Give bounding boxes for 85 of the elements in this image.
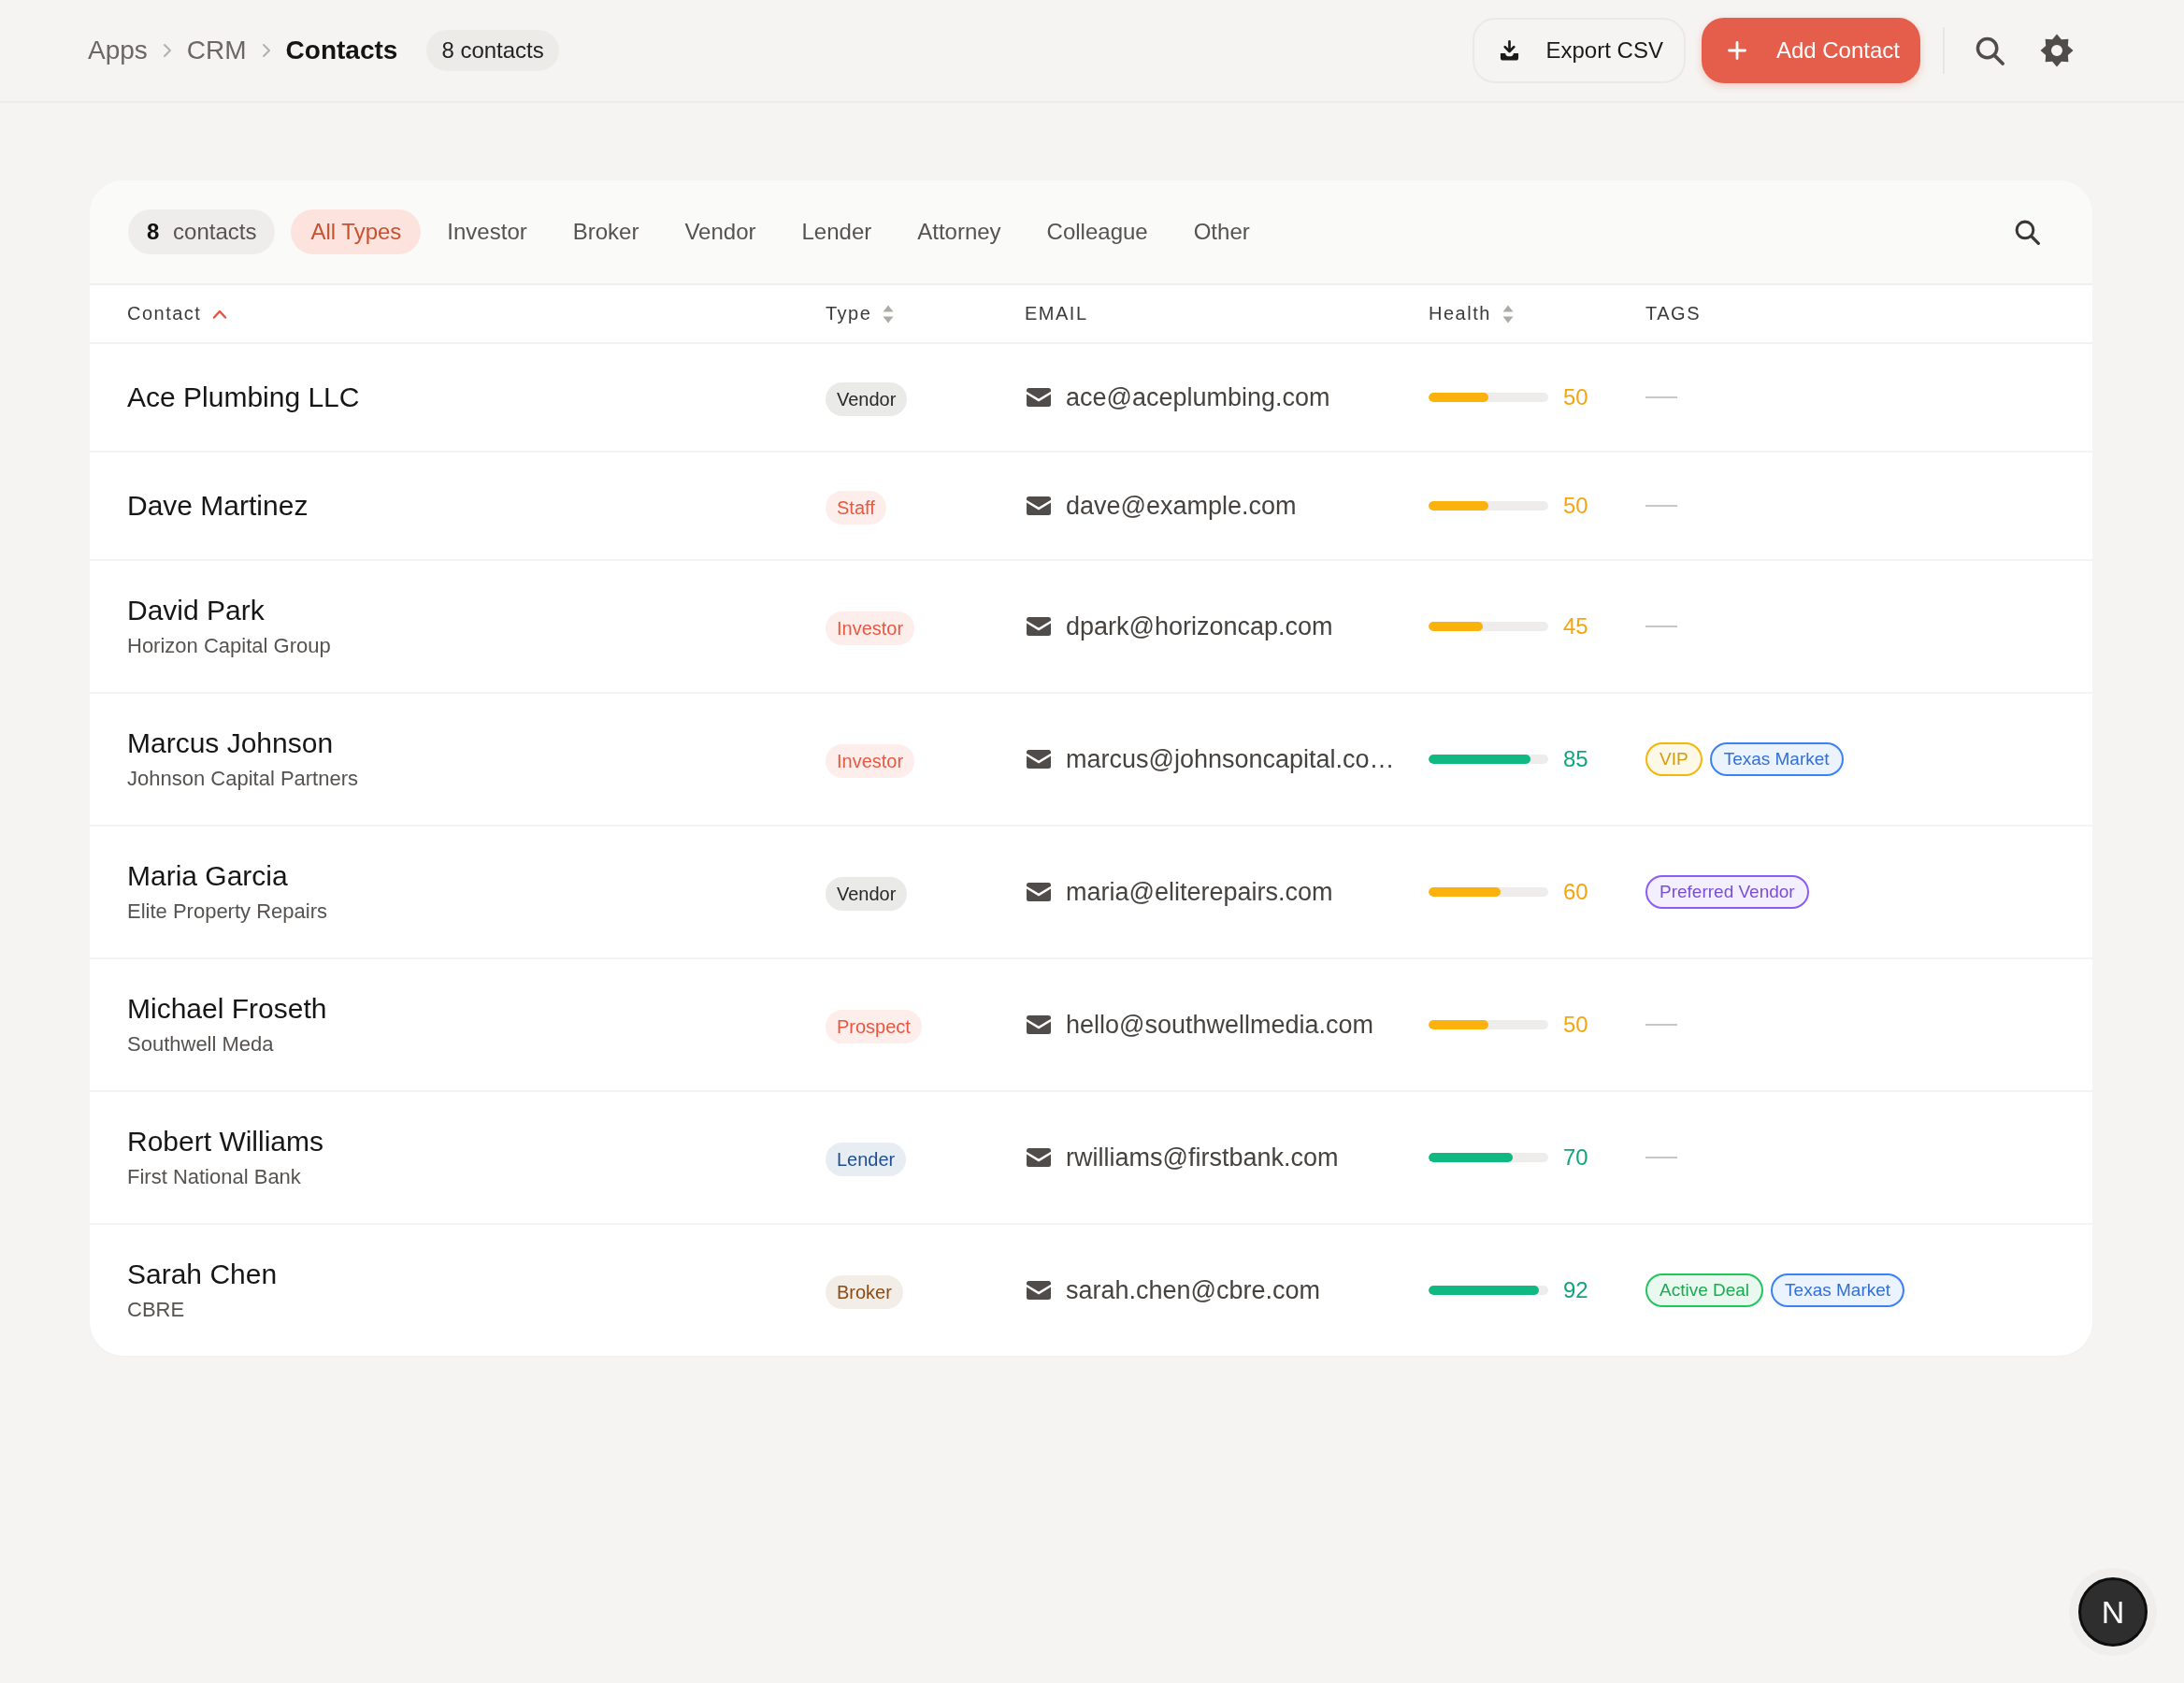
mail-icon <box>1027 1281 1051 1300</box>
count-badge: 8 contacts <box>426 30 559 71</box>
health-score: 50 <box>1563 493 1588 519</box>
mail-icon <box>1027 617 1051 636</box>
tag-badge: Texas Market <box>1709 742 1844 776</box>
email-address: maria@eliterepairs.com <box>1066 877 1333 907</box>
health-score: 45 <box>1563 613 1588 640</box>
dash-icon <box>1645 505 1677 507</box>
health-score: 60 <box>1563 879 1588 905</box>
column-header[interactable]: Type <box>826 303 872 324</box>
plus-icon <box>1727 41 1746 60</box>
sort-ascending-icon[interactable] <box>212 309 228 319</box>
company-name: CBRE <box>127 1297 185 1323</box>
type-badge: Investor <box>826 744 915 778</box>
email-address: rwilliams@firstbank.com <box>1066 1143 1339 1172</box>
column-header: TAGS <box>1645 303 1701 324</box>
add-contact-button[interactable]: Add Contact <box>1701 18 1920 83</box>
dash-icon <box>1645 1157 1677 1158</box>
column-header[interactable]: Contact <box>127 303 202 324</box>
contact-name[interactable]: Dave Martinez <box>127 489 309 523</box>
contact-name[interactable]: Ace Plumbing LLC <box>127 381 360 414</box>
tag-badge: Preferred Vendor <box>1645 875 1809 909</box>
dash-icon <box>1645 1024 1677 1026</box>
company-name: Elite Property Repairs <box>127 899 327 925</box>
email-address: marcus@johnsoncapital.co… <box>1066 744 1395 774</box>
breadcrumb-item[interactable]: CRM <box>186 36 247 65</box>
filter-tab[interactable]: Broker <box>553 209 659 254</box>
health-score: 50 <box>1563 1012 1588 1038</box>
filter-tab[interactable]: Colleague <box>1027 209 1168 254</box>
mail-icon <box>1027 883 1051 901</box>
export-csv-button[interactable]: Export CSV <box>1472 18 1686 83</box>
breadcrumb-item[interactable]: Apps <box>88 36 148 65</box>
contact-name[interactable]: David Park <box>127 594 265 627</box>
company-name: Southwell Meda <box>127 1031 274 1057</box>
health-score: 50 <box>1563 384 1588 410</box>
type-badge: Prospect <box>826 1010 922 1043</box>
mail-icon <box>1027 1015 1051 1034</box>
filter-tab[interactable]: Attorney <box>898 209 1021 254</box>
email-address: dave@example.com <box>1066 491 1297 521</box>
type-badge: Vendor <box>826 382 908 416</box>
email-address: ace@aceplumbing.com <box>1066 382 1330 412</box>
dash-icon <box>1645 626 1677 627</box>
health-score: 92 <box>1563 1277 1588 1303</box>
contact-count-badge: 8 contacts <box>128 209 276 254</box>
filter-tab[interactable]: Vendor <box>665 209 776 254</box>
tag-badge: Active Deal <box>1645 1273 1764 1307</box>
email-address: dpark@horizoncap.com <box>1066 611 1333 641</box>
filter-tab[interactable]: Other <box>1173 209 1270 254</box>
company-name: First National Bank <box>127 1164 301 1190</box>
type-badge: Vendor <box>826 877 908 911</box>
column-header[interactable]: Health <box>1429 303 1491 324</box>
company-name: Horizon Capital Group <box>127 633 331 659</box>
company-name: Johnson Capital Partners <box>127 766 359 792</box>
floating-button[interactable]: N <box>2078 1577 2148 1647</box>
filter-tab[interactable]: All Types <box>291 209 422 254</box>
download-icon <box>1498 39 1520 62</box>
tag-badge: Texas Market <box>1771 1273 1905 1307</box>
chevron-right-icon <box>261 43 271 58</box>
column-header: EMAIL <box>1025 303 1088 324</box>
type-badge: Staff <box>826 491 886 525</box>
dash-icon <box>1645 396 1677 398</box>
email-address: hello@southwellmedia.com <box>1066 1010 1374 1040</box>
contact-name[interactable]: Michael Froseth <box>127 992 327 1026</box>
search-icon[interactable] <box>1976 36 2004 65</box>
filter-tab[interactable]: Investor <box>427 209 547 254</box>
settings-icon[interactable] <box>2040 34 2074 67</box>
mail-icon <box>1027 1148 1051 1167</box>
type-badge: Lender <box>826 1143 907 1176</box>
health-score: 85 <box>1563 746 1588 772</box>
contact-name[interactable]: Sarah Chen <box>127 1258 278 1291</box>
mail-icon <box>1027 496 1051 515</box>
email-address: sarah.chen@cbre.com <box>1066 1275 1321 1305</box>
filter-tab[interactable]: Lender <box>782 209 892 254</box>
health-score: 70 <box>1563 1144 1588 1171</box>
contact-name[interactable]: Maria Garcia <box>127 859 288 893</box>
type-badge: Investor <box>826 611 915 645</box>
contact-name[interactable]: Marcus Johnson <box>127 726 334 760</box>
type-badge: Broker <box>826 1275 903 1309</box>
mail-icon <box>1027 750 1051 769</box>
chevron-right-icon <box>162 43 172 58</box>
tag-badge: VIP <box>1645 742 1703 776</box>
mail-icon <box>1027 388 1051 407</box>
breadcrumb-item: Contacts <box>285 36 398 65</box>
search-icon[interactable] <box>2015 219 2040 245</box>
contact-name[interactable]: Robert Williams <box>127 1125 324 1158</box>
